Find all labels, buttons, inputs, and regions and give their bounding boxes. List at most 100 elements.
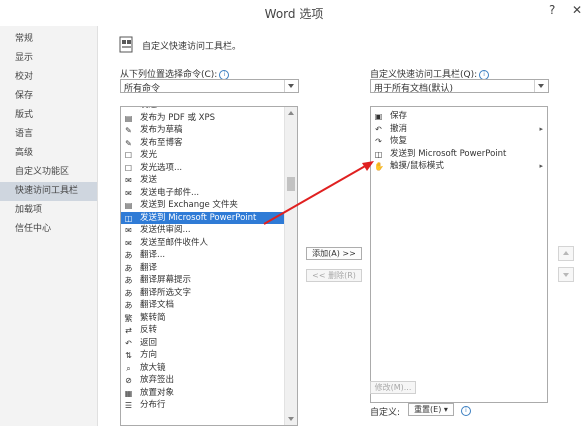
scroll-up-icon[interactable] (288, 111, 294, 115)
list-item-label: 发光 (140, 150, 158, 160)
email-icon: ✉ (125, 188, 132, 198)
info-icon: i (461, 406, 471, 416)
nav-item[interactable]: 快速访问工具栏 (0, 182, 97, 201)
list-item[interactable]: ↶ 返回 (121, 337, 297, 350)
list-item[interactable]: ☐ 发光选项... (121, 162, 297, 175)
list-item[interactable]: あ翻译屏幕提示 (121, 274, 297, 287)
scrollbar[interactable] (284, 107, 297, 425)
list-item[interactable]: ↷ 恢复 (371, 135, 547, 148)
list-item[interactable]: あ翻译▸ (121, 262, 297, 275)
list-item[interactable]: ▤ 发送到 Exchange 文件夹 (121, 199, 297, 212)
list-item[interactable]: ✎ 发布为草稿 (121, 124, 297, 137)
modify-button[interactable]: 修改(M)... (370, 381, 416, 394)
list-item[interactable]: ⇄ 反转 (121, 324, 297, 337)
remove-button[interactable]: << 删除(R) (306, 269, 362, 282)
list-item-label: 触摸/鼠标模式 (390, 161, 444, 171)
list-item-label: 翻译... (140, 250, 166, 260)
list-item-label: 发送 (140, 175, 158, 185)
info-icon: i (219, 69, 230, 80)
pdf-icon: ▤ (124, 113, 133, 123)
list-item[interactable]: 繁繁转简 (121, 312, 297, 325)
list-item[interactable]: ⊘ 放弃签出 (121, 374, 297, 387)
list-item-label: 分布行 (140, 400, 166, 410)
nav-item[interactable]: 常规 (0, 30, 97, 49)
send-icon: ✉ (124, 107, 133, 110)
list-item-label: 撤消 (390, 123, 408, 134)
list-item[interactable]: ✉发送▸ (121, 174, 297, 187)
undo-icon: ↶ (375, 124, 382, 134)
list-item-label: 发送到 Microsoft PowerPoint (140, 212, 257, 223)
scroll-down-icon[interactable] (288, 417, 294, 421)
toolbar-commands-list[interactable]: ▣ 保存 ↶ 撤消 ▸ ↷ 恢复 ◫ 发送到 Microsoft PowerPoint ✋ 触摸/鼠… (370, 106, 548, 403)
blog-icon: ✎ (125, 138, 132, 148)
save-icon: ▣ (374, 112, 383, 121)
list-item[interactable]: ⌕ 放大镜 (121, 362, 297, 375)
title-bar: Word 选项 ? ✕ (0, 0, 588, 26)
list-item-label: 发送电子邮件... (140, 187, 200, 198)
nav-item[interactable]: 加载项 (0, 201, 97, 220)
list-item[interactable]: ✉ 发送电子邮件... (121, 187, 297, 200)
nav-item[interactable]: 校对 (0, 68, 97, 87)
list-item-label: 发布至博客 (140, 137, 183, 148)
list-item[interactable]: ☰ 分布行 (121, 399, 297, 412)
touch-icon: ✋ (374, 162, 384, 171)
list-item-label: 翻译文档 (140, 300, 175, 310)
nav-item[interactable]: 版式 (0, 106, 97, 125)
choose-commands-combo[interactable]: 所有命令 (120, 79, 299, 94)
list-item[interactable]: ▣ 保存 (371, 110, 547, 123)
chevron-down-icon[interactable] (284, 80, 298, 92)
list-item[interactable]: ▦放置对象▸ (121, 387, 297, 400)
document-scope-combo[interactable]: 用于所有文档(默认) (370, 79, 549, 94)
list-item[interactable]: ☐发光▸ (121, 149, 297, 162)
list-item[interactable]: ↶ 撤消 ▸ (371, 123, 547, 136)
chevron-down-icon[interactable] (534, 80, 548, 92)
nav-item[interactable]: 显示 (0, 49, 97, 68)
list-item[interactable]: あ翻译文档 (121, 299, 297, 312)
reset-button[interactable]: 重置(E) ▾ (408, 403, 454, 416)
list-item[interactable]: ⇅方向▸ (121, 349, 297, 362)
scroll-thumb[interactable] (287, 177, 295, 191)
translate-icon: あ (124, 251, 133, 260)
list-item-label: 返回 (140, 337, 158, 348)
list-item-label: 发光选项... (140, 162, 183, 173)
move-down-button[interactable] (558, 267, 574, 282)
close-button[interactable]: ✕ (572, 3, 582, 17)
combo-value: 所有命令 (124, 84, 161, 94)
magnifier-icon: ⌕ (126, 363, 131, 373)
reverse-icon: ⇄ (125, 326, 132, 335)
list-item[interactable]: ✉ 发送供审阅... (121, 224, 297, 237)
translate-icon: あ (124, 263, 133, 273)
list-item[interactable]: ✉ 发送至邮件收件人 (121, 237, 297, 250)
nav-item[interactable]: 信任中心 (0, 220, 97, 239)
place-object-icon: ▦ (124, 388, 133, 398)
nav-item[interactable]: 保存 (0, 87, 97, 106)
back-icon: ↶ (125, 338, 132, 348)
list-item[interactable]: ✋ 触摸/鼠标模式 ▸ (371, 160, 547, 173)
options-navigation: 常规 显示 校对 保存 版式 语言 高级 自定义功能区 快速访问工具栏 加载项 信任中心 (0, 26, 98, 426)
nav-item[interactable]: 自定义功能区 (0, 163, 97, 182)
move-up-button[interactable] (558, 246, 574, 261)
list-item[interactable]: あ翻译... (121, 249, 297, 262)
list-item-label: 发送至邮件收件人 (140, 237, 209, 248)
powerpoint-icon: ◫ (374, 149, 383, 159)
list-item[interactable]: ◫ 发送到 Microsoft PowerPoint (121, 211, 297, 224)
list-item[interactable]: ✎ 发布至博客 (121, 137, 297, 150)
available-commands-list[interactable]: ✉ 发送 ▤ 发布为 PDF 或 XPS✎发布为草稿✎ 发布至博客☐发光▸☐发光选项..… (120, 106, 298, 426)
redo-icon: ↷ (375, 137, 382, 146)
list-item[interactable]: ◫ 发送到 Microsoft PowerPoint (371, 148, 547, 161)
info-icon: i (479, 69, 490, 80)
nav-item[interactable]: 语言 (0, 125, 97, 144)
draft-icon: ✎ (125, 126, 132, 135)
add-button[interactable]: 添加(A) >> (306, 247, 362, 260)
list-item-label: 发送到 Exchange 文件夹 (140, 200, 238, 210)
discard-checkout-icon: ⊘ (125, 376, 132, 385)
section-header: 自定义快速访问工具栏。 (142, 42, 242, 52)
help-button[interactable]: ? (549, 3, 555, 17)
list-item-label: 发布为 PDF 或 XPS (140, 112, 216, 123)
nav-item[interactable]: 高级 (0, 144, 97, 163)
review-icon: ✉ (125, 226, 132, 235)
list-item[interactable]: ▤ 发布为 PDF 或 XPS (121, 112, 297, 125)
recipient-icon: ✉ (125, 238, 132, 248)
list-item[interactable]: あ翻译所选文字 (121, 287, 297, 300)
send-icon: ✉ (125, 176, 132, 185)
